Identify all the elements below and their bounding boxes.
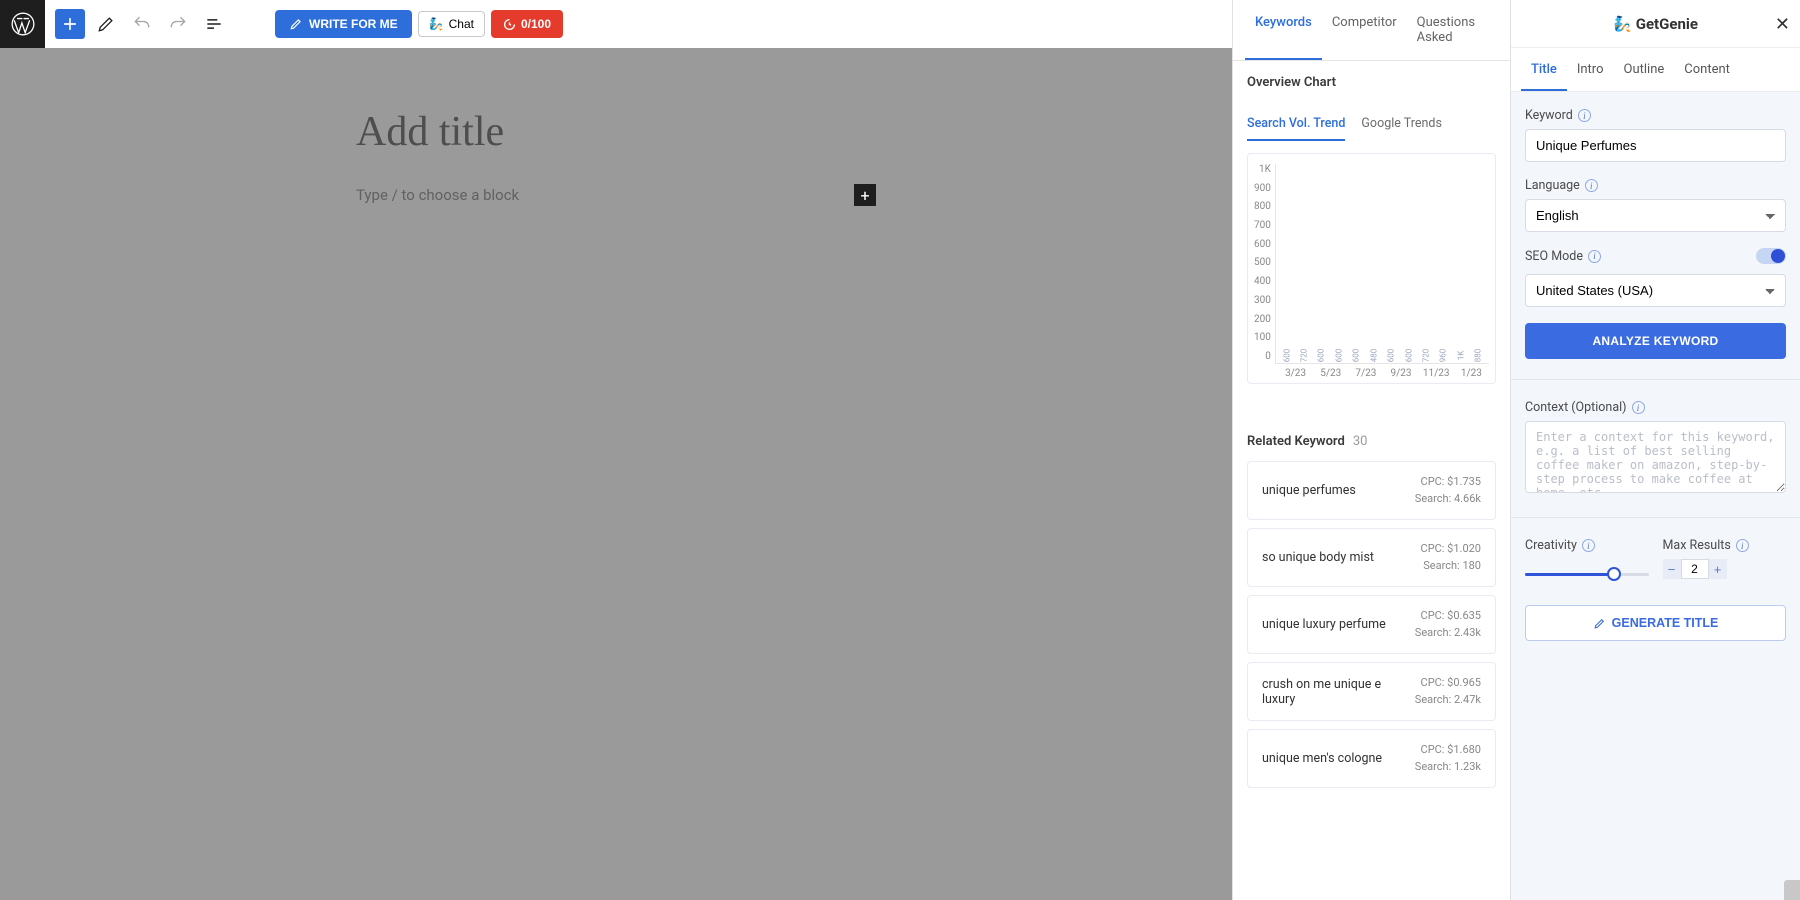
- related-keyword-item[interactable]: so unique body mist CPC: $1.020Search: 18…: [1247, 528, 1496, 587]
- tab-intro[interactable]: Intro: [1567, 48, 1614, 91]
- undo-icon[interactable]: [127, 9, 157, 39]
- add-block-button[interactable]: [55, 9, 85, 39]
- generate-title-button[interactable]: GENERATE TITLE: [1525, 605, 1786, 641]
- getgenie-brand: 🧞 GetGenie: [1613, 15, 1698, 33]
- related-keyword-title: Related Keyword: [1247, 434, 1345, 449]
- score-label: 0/100: [521, 17, 551, 31]
- related-keyword-count: 30: [1353, 434, 1368, 449]
- creativity-slider[interactable]: [1525, 559, 1649, 589]
- info-icon[interactable]: i: [1585, 179, 1598, 192]
- tab-questions-asked[interactable]: Questions Asked: [1407, 0, 1498, 60]
- related-keyword-item[interactable]: crush on me unique e luxury CPC: $0.965Se…: [1247, 662, 1496, 721]
- keyword-input[interactable]: [1525, 129, 1786, 162]
- related-keyword-item[interactable]: unique perfumes CPC: $1.735Search: 4.66k: [1247, 461, 1496, 520]
- max-results-increment[interactable]: +: [1709, 559, 1727, 579]
- subtab-search-vol-trend[interactable]: Search Vol. Trend: [1247, 116, 1345, 141]
- genie-lamp-icon: 🧞: [1613, 15, 1632, 33]
- info-icon[interactable]: i: [1736, 539, 1749, 552]
- keyword-search: Search: 4.66k: [1415, 491, 1481, 508]
- scrollbar[interactable]: [1784, 880, 1800, 900]
- language-label: Languagei: [1525, 178, 1786, 193]
- info-icon[interactable]: i: [1578, 109, 1591, 122]
- post-title-input[interactable]: Add title: [356, 108, 876, 156]
- editor-toolbar: WRITE FOR ME 🧞 Chat 0/100: [0, 0, 1232, 48]
- redo-icon[interactable]: [163, 9, 193, 39]
- wordpress-logo[interactable]: [0, 0, 45, 48]
- chat-button[interactable]: 🧞 Chat: [418, 11, 485, 37]
- keyword-cpc: CPC: $0.965: [1415, 675, 1481, 692]
- edit-icon[interactable]: [91, 9, 121, 39]
- add-block-inline-button[interactable]: +: [854, 184, 876, 206]
- search-volume-chart: 1K9008007006005004003002001000 600720600…: [1247, 153, 1496, 384]
- keyword-name: so unique body mist: [1262, 550, 1411, 565]
- country-select[interactable]: United States (USA): [1525, 274, 1786, 307]
- write-for-me-button[interactable]: WRITE FOR ME: [275, 10, 412, 38]
- seo-mode-toggle[interactable]: [1756, 248, 1786, 264]
- keyword-name: unique men's cologne: [1262, 751, 1405, 766]
- close-panel-button[interactable]: ✕: [1775, 14, 1790, 35]
- keyword-search: Search: 1.23k: [1415, 759, 1481, 776]
- keyword-cpc: CPC: $1.020: [1421, 541, 1481, 558]
- tab-competitor[interactable]: Competitor: [1322, 0, 1407, 60]
- keyword-name: unique perfumes: [1262, 483, 1405, 498]
- keyword-search: Search: 2.43k: [1415, 625, 1481, 642]
- block-placeholder[interactable]: Type / to choose a block: [356, 186, 519, 204]
- info-icon[interactable]: i: [1582, 539, 1595, 552]
- getgenie-panel: 🧞 GetGenie ✕ Title Intro Outline Content…: [1510, 0, 1800, 900]
- genie-icon: 🧞: [429, 17, 444, 31]
- creativity-label: Creativityi: [1525, 538, 1649, 553]
- keyword-search: Search: 180: [1421, 558, 1481, 575]
- keyword-cpc: CPC: $1.680: [1415, 742, 1481, 759]
- max-results-decrement[interactable]: −: [1663, 559, 1681, 579]
- tab-content[interactable]: Content: [1674, 48, 1740, 91]
- keyword-search: Search: 2.47k: [1415, 692, 1481, 709]
- keyword-panel: Keywords Competitor Questions Asked Over…: [1232, 0, 1510, 900]
- info-icon[interactable]: i: [1632, 401, 1645, 414]
- write-for-me-label: WRITE FOR ME: [309, 17, 398, 31]
- analyze-keyword-button[interactable]: ANALYZE KEYWORD: [1525, 323, 1786, 359]
- tab-outline[interactable]: Outline: [1614, 48, 1675, 91]
- keyword-name: unique luxury perfume: [1262, 617, 1405, 632]
- related-keyword-item[interactable]: unique luxury perfume CPC: $0.635Search: …: [1247, 595, 1496, 654]
- overview-chart-title: Overview Chart: [1247, 75, 1496, 90]
- subtab-google-trends[interactable]: Google Trends: [1361, 116, 1441, 141]
- max-results-input[interactable]: [1681, 559, 1709, 579]
- keyword-label: Keywordi: [1525, 108, 1786, 123]
- keyword-cpc: CPC: $0.635: [1415, 608, 1481, 625]
- language-select[interactable]: English: [1525, 199, 1786, 232]
- tab-title[interactable]: Title: [1521, 48, 1567, 91]
- seo-mode-label: SEO Modei: [1525, 249, 1601, 264]
- info-icon[interactable]: i: [1588, 250, 1601, 263]
- keyword-name: crush on me unique e luxury: [1262, 677, 1405, 707]
- keyword-panel-tabs: Keywords Competitor Questions Asked: [1233, 0, 1510, 61]
- context-label: Context (Optional)i: [1525, 400, 1786, 415]
- max-results-label: Max Resultsi: [1663, 538, 1787, 553]
- context-textarea[interactable]: [1525, 421, 1786, 493]
- seo-score-button[interactable]: 0/100: [491, 10, 563, 38]
- document-overview-icon[interactable]: [199, 9, 229, 39]
- tab-keywords[interactable]: Keywords: [1245, 0, 1322, 60]
- editor-canvas[interactable]: Add title Type / to choose a block +: [0, 48, 1232, 900]
- keyword-cpc: CPC: $1.735: [1415, 474, 1481, 491]
- chat-label: Chat: [449, 17, 474, 31]
- related-keyword-item[interactable]: unique men's cologne CPC: $1.680Search: 1…: [1247, 729, 1496, 788]
